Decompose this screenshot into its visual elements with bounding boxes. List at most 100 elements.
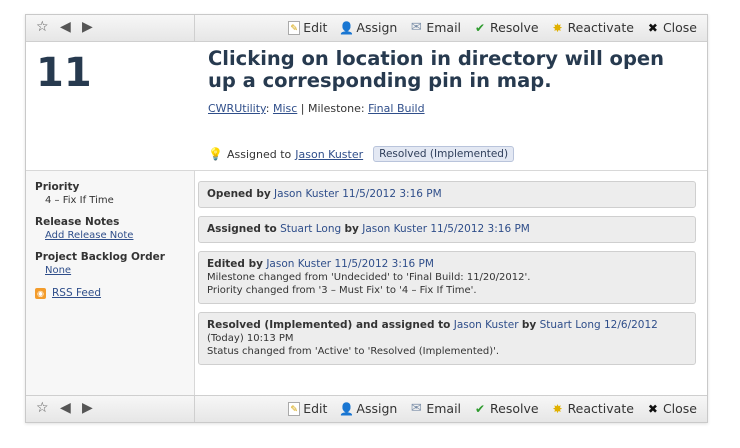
reactivate-button[interactable]: ✸ Reactivate — [551, 20, 634, 35]
assigned-user-link[interactable]: Jason Kuster — [295, 148, 363, 161]
event-date: 11/5/2012 3:16 PM — [334, 258, 434, 270]
arrow-left-icon[interactable]: ◀ — [60, 19, 71, 35]
edit-icon: ✎ — [288, 20, 301, 35]
milestone-link[interactable]: Final Build — [368, 102, 424, 115]
lightbulb-icon: 💡 — [208, 147, 223, 161]
case-number: 11 — [36, 50, 92, 96]
case-title: Clicking on location in directory will o… — [208, 47, 665, 92]
rss-icon: ◉ — [35, 287, 46, 299]
project-link[interactable]: CWRUtility — [208, 102, 266, 115]
event-date: 11/5/2012 3:16 PM — [430, 223, 530, 235]
resolve-label: Resolve — [490, 401, 539, 416]
event-action: Assigned to — [207, 223, 277, 235]
event-action: Edited by — [207, 258, 263, 270]
arrow-right-icon[interactable]: ▶ — [82, 400, 93, 416]
event-change-line: Status changed from 'Active' to 'Resolve… — [207, 346, 500, 357]
event-by: by — [521, 319, 537, 331]
priority-label: Priority — [35, 181, 80, 193]
star-icon[interactable]: ☆ — [36, 19, 49, 35]
release-notes-label: Release Notes — [35, 216, 120, 228]
sun-icon: ✸ — [552, 20, 563, 35]
case-meta: CWRUtility: Misc | Milestone: Final Buil… — [208, 102, 425, 115]
reactivate-label: Reactivate — [567, 20, 634, 35]
event-resolved: Resolved (Implemented) and assigned to J… — [198, 312, 696, 365]
assign-button[interactable]: 👤 Assign — [339, 20, 397, 35]
x-icon: ✖ — [647, 401, 658, 416]
event-target-user[interactable]: Jason Kuster — [454, 319, 519, 331]
email-label: Email — [426, 20, 462, 35]
star-icon[interactable]: ☆ — [36, 400, 49, 416]
assign-label: Assign — [356, 20, 398, 35]
rss-feed-link[interactable]: RSS Feed — [52, 287, 101, 299]
arrow-right-icon[interactable]: ▶ — [82, 19, 93, 35]
event-user[interactable]: Jason Kuster — [266, 258, 331, 270]
person-icon: 👤 — [339, 401, 355, 416]
rss-feed[interactable]: ◉ RSS Feed — [35, 287, 101, 299]
reactivate-label: Reactivate — [567, 401, 634, 416]
area-link[interactable]: Misc — [273, 102, 297, 115]
resolve-label: Resolve — [490, 20, 539, 35]
top-toolbar: ☆ ◀ ▶ ✎ Edit 👤 Assign ✉ Email ✔ Resolve ✸ Rea… — [26, 15, 707, 42]
person-icon: 👤 — [339, 20, 355, 35]
arrow-left-icon[interactable]: ◀ — [60, 400, 71, 416]
action-bar: ✎ Edit 👤 Assign ✉ Email ✔ Resolve ✸ Reactivat… — [288, 20, 697, 35]
email-button[interactable]: ✉ Email — [409, 20, 461, 35]
event-date: 11/5/2012 3:16 PM — [342, 188, 442, 200]
case-fields-sidebar: Priority 4 – Fix If Time Release Notes A… — [26, 171, 195, 395]
event-action: Opened by — [207, 188, 271, 200]
assignment-row: 💡 Assigned to Jason Kuster Resolved (Imp… — [208, 146, 515, 162]
backlog-label: Project Backlog Order — [35, 251, 165, 263]
checkmark-icon: ✔ — [474, 20, 486, 35]
assigned-label: Assigned to — [226, 147, 292, 161]
event-change-line: Milestone changed from 'Undecided' to 'F… — [207, 272, 531, 283]
event-edited: Edited by Jason Kuster 11/5/2012 3:16 PM… — [198, 251, 696, 304]
event-date-today: (Today) 10:13 PM — [207, 333, 294, 344]
event-assigned: Assigned to Stuart Long by Jason Kuster … — [198, 216, 696, 243]
priority-field: Priority 4 – Fix If Time — [35, 181, 114, 206]
nav-controls: ☆ ◀ ▶ — [26, 15, 195, 41]
event-by: by — [344, 223, 359, 235]
assign-label: Assign — [356, 401, 398, 416]
case-panel: ☆ ◀ ▶ ✎ Edit 👤 Assign ✉ Email ✔ Resolve ✸ Rea… — [25, 14, 708, 423]
event-change-line: Priority changed from '3 – Must Fix' to … — [207, 285, 477, 296]
envelope-icon: ✉ — [410, 19, 422, 35]
resolve-button[interactable]: ✔ Resolve — [473, 20, 539, 35]
x-icon: ✖ — [647, 20, 658, 35]
event-action: Resolved (Implemented) and assigned to — [207, 319, 451, 331]
close-label: Close — [662, 20, 697, 35]
event-date: 12/6/2012 — [604, 319, 658, 331]
close-button[interactable]: ✖ Close — [646, 20, 697, 35]
edit-icon: ✎ — [288, 401, 301, 416]
event-user[interactable]: Stuart Long — [540, 319, 601, 331]
status-badge: Resolved (Implemented) — [373, 146, 515, 162]
edit-button[interactable]: ✎ Edit — [288, 20, 327, 35]
add-release-note-link[interactable]: Add Release Note — [45, 230, 133, 241]
event-target-user[interactable]: Stuart Long — [280, 223, 341, 235]
event-user[interactable]: Jason Kuster — [274, 188, 339, 200]
edit-button[interactable]: ✎ Edit — [288, 401, 327, 416]
event-list: Opened by Jason Kuster 11/5/2012 3:16 PM… — [198, 181, 696, 373]
edit-label: Edit — [303, 20, 328, 35]
milestone-label: Milestone: — [308, 102, 365, 115]
event-opened: Opened by Jason Kuster 11/5/2012 3:16 PM — [198, 181, 696, 208]
envelope-icon: ✉ — [410, 400, 422, 416]
release-notes-field: Release Notes Add Release Note — [35, 216, 133, 241]
resolve-button[interactable]: ✔ Resolve — [473, 401, 539, 416]
close-button[interactable]: ✖ Close — [646, 401, 697, 416]
checkmark-icon: ✔ — [474, 401, 486, 416]
assign-button[interactable]: 👤 Assign — [339, 401, 397, 416]
edit-label: Edit — [303, 401, 328, 416]
sun-icon: ✸ — [552, 401, 563, 416]
backlog-field: Project Backlog Order None — [35, 251, 165, 276]
close-label: Close — [662, 401, 697, 416]
case-header: 11 Clicking on location in directory wil… — [26, 42, 707, 171]
event-user[interactable]: Jason Kuster — [362, 223, 427, 235]
email-button[interactable]: ✉ Email — [409, 401, 461, 416]
nav-controls: ☆ ◀ ▶ — [26, 396, 195, 422]
backlog-value-link[interactable]: None — [45, 265, 71, 276]
email-label: Email — [426, 401, 462, 416]
action-bar: ✎ Edit 👤 Assign ✉ Email ✔ Resolve ✸ Reactivat… — [288, 401, 697, 416]
bottom-toolbar: ☆ ◀ ▶ ✎ Edit 👤 Assign ✉ Email ✔ Resolve ✸ Rea… — [26, 395, 707, 422]
reactivate-button[interactable]: ✸ Reactivate — [551, 401, 634, 416]
priority-value[interactable]: 4 – Fix If Time — [45, 195, 114, 206]
